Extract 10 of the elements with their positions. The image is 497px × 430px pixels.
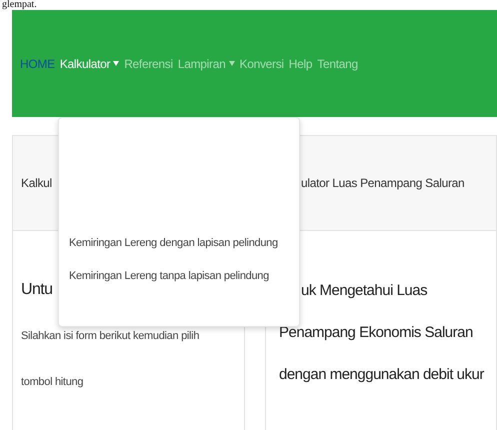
nav-item[interactable]: Konversi bbox=[240, 56, 284, 70]
nav-item[interactable]: Referensi bbox=[124, 56, 173, 70]
nav-item[interactable]: Lampiran bbox=[178, 56, 234, 70]
card-title: Untu bbox=[21, 281, 54, 299]
nav-item[interactable]: Help bbox=[288, 56, 312, 70]
home-link[interactable]: HOME bbox=[20, 56, 55, 70]
document-text: glempat. bbox=[1, 0, 37, 10]
nav-item[interactable]: Tentang bbox=[317, 56, 358, 70]
nav-item[interactable]: Kalkulator bbox=[60, 56, 120, 70]
instruction-text: Silahkan isi form berikut kemudian pilih tombol hitung bbox=[21, 329, 200, 390]
